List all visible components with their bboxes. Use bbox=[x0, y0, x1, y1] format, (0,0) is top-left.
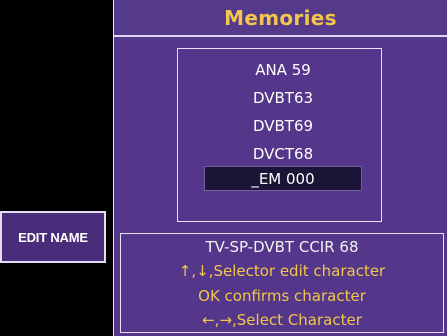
hint-arrows-up-down: ↑,↓,Selector edit character bbox=[178, 262, 386, 280]
edit-name-label: EDIT NAME bbox=[18, 229, 88, 245]
memory-item-dvct68[interactable]: DVCT68 bbox=[204, 141, 362, 166]
hint-ok-confirms: OK confirms character bbox=[198, 287, 366, 305]
info-box: TV-SP-DVBT CCIR 68 ↑,↓,Selector edit cha… bbox=[120, 233, 444, 333]
memory-item-dvbt69[interactable]: DVBT69 bbox=[204, 113, 362, 138]
title-bar: Memories bbox=[114, 0, 447, 37]
channel-info: TV-SP-DVBT CCIR 68 bbox=[205, 238, 359, 256]
memory-item-ana-59[interactable]: ANA 59 bbox=[204, 57, 362, 82]
memory-item-label: DVCT68 bbox=[252, 144, 314, 163]
memories-panel: Memories ANA 59 DVBT63 DVBT69 DVCT68 _EM… bbox=[113, 0, 447, 336]
memory-item-dvbt63[interactable]: DVBT63 bbox=[204, 85, 362, 110]
memory-list: ANA 59 DVBT63 DVBT69 DVCT68 _EM 000 bbox=[177, 48, 382, 222]
memory-item-label: DVBT69 bbox=[252, 116, 314, 135]
memory-item-label: _EM 000 bbox=[251, 169, 315, 188]
memory-item-label: DVBT63 bbox=[252, 88, 314, 107]
memory-item-label: ANA 59 bbox=[255, 60, 311, 79]
memory-item-editing[interactable]: _EM 000 bbox=[204, 166, 362, 191]
hint-arrows-left-right: ←,→,Select Character bbox=[202, 311, 362, 329]
edit-name-button[interactable]: EDIT NAME bbox=[0, 211, 106, 263]
page-title: Memories bbox=[224, 5, 337, 30]
